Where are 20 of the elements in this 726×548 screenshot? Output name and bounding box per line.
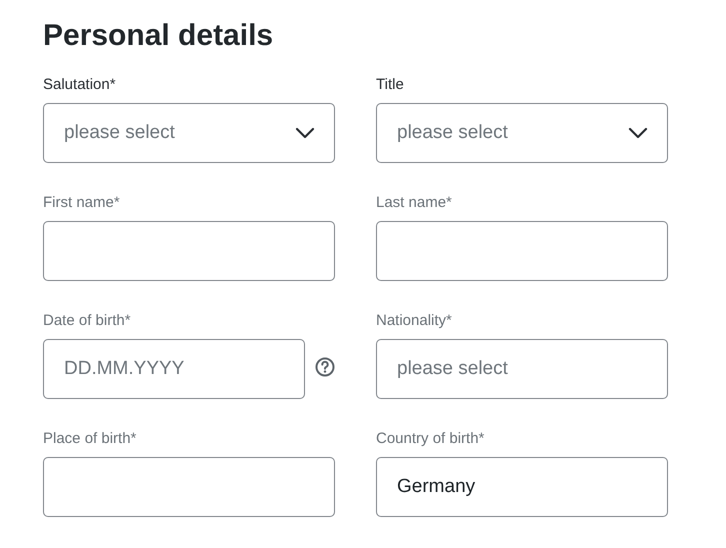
help-icon[interactable]: [315, 357, 335, 377]
field-label: Place of birth*: [43, 430, 136, 448]
input-field[interactable]: [43, 221, 335, 281]
chevron-down-icon: [628, 127, 648, 139]
input-field[interactable]: [376, 221, 668, 281]
field-label: Country of birth*: [376, 430, 484, 448]
chevron-down-icon: [295, 127, 315, 139]
field-label: Title: [376, 76, 404, 94]
field-label: Last name*: [376, 194, 452, 212]
select-field[interactable]: please select: [43, 103, 335, 163]
input-field[interactable]: please select: [376, 339, 668, 399]
input-field[interactable]: [43, 457, 335, 517]
field-label: Date of birth*: [43, 312, 131, 330]
field-label: First name*: [43, 194, 120, 212]
input-field[interactable]: Germany: [376, 457, 668, 517]
field-label: Nationality*: [376, 312, 452, 330]
section-heading: Personal details: [43, 18, 274, 54]
field-label: Salutation*: [43, 76, 116, 94]
select-field[interactable]: please select: [376, 103, 668, 163]
input-field[interactable]: DD.MM.YYYY: [43, 339, 305, 399]
